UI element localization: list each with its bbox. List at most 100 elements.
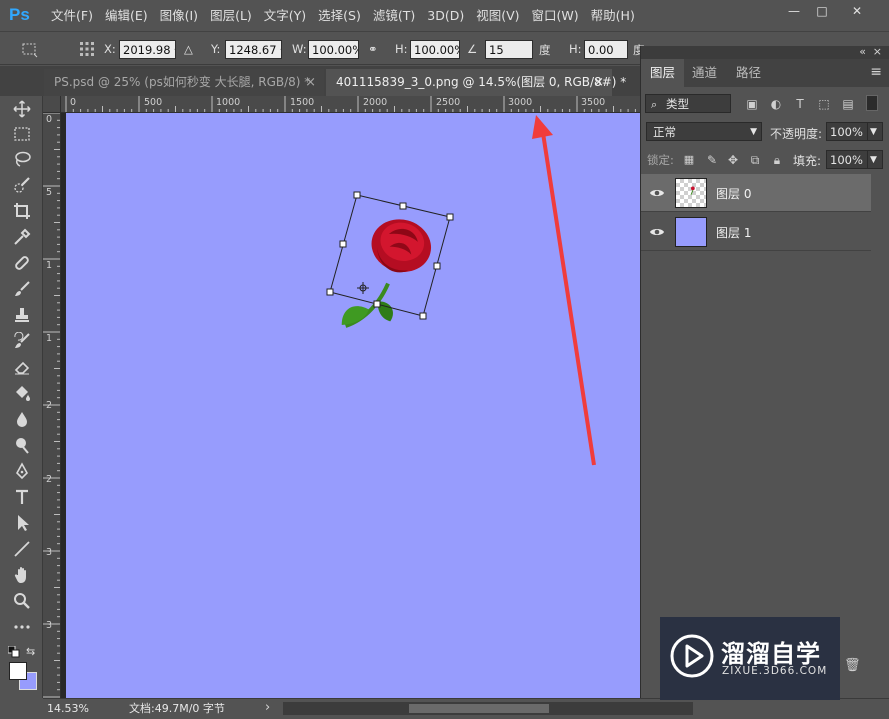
layer-name[interactable]: 图层 0 <box>716 185 751 202</box>
paint-bucket-tool-icon[interactable] <box>9 382 35 404</box>
tab-ps-psd[interactable]: PS.psd @ 25% (ps如何秒变 大长腿, RGB/8) * × <box>44 69 324 96</box>
foreground-color-swatch[interactable] <box>9 662 27 680</box>
shape-filter-icon[interactable]: ⬚ <box>816 96 832 112</box>
move-tool-icon[interactable] <box>9 98 35 120</box>
menu-select[interactable]: 选择(S) <box>313 0 366 32</box>
pixel-filter-icon[interactable]: ▣ <box>744 96 760 112</box>
transform-handle[interactable] <box>446 213 454 221</box>
lock-position-icon[interactable]: ✥ <box>725 152 741 168</box>
brush-tool-icon[interactable] <box>9 278 35 300</box>
ruler-origin[interactable] <box>43 96 61 113</box>
transform-handle[interactable] <box>326 288 334 296</box>
crop-tool-icon[interactable] <box>9 200 35 222</box>
horizontal-skew-field[interactable]: 0.00 <box>584 40 628 59</box>
layer-row-1[interactable]: 图层 1 <box>641 213 871 251</box>
blend-mode-select[interactable]: 正常 ▼ <box>646 122 762 141</box>
transform-handle[interactable] <box>433 262 441 270</box>
lock-all-icon[interactable]: 🔒︎ <box>769 152 785 168</box>
transform-handle[interactable] <box>373 300 381 308</box>
menu-layer[interactable]: 图层(L) <box>205 0 257 32</box>
fill-field[interactable]: 100% <box>826 150 868 169</box>
menu-filter[interactable]: 滤镜(T) <box>368 0 420 32</box>
zoom-tool-icon[interactable] <box>9 590 35 612</box>
transform-handle[interactable] <box>419 312 427 320</box>
layer-name[interactable]: 图层 1 <box>716 224 751 241</box>
visibility-eye-icon[interactable] <box>649 224 665 240</box>
opacity-field[interactable]: 100% <box>826 122 868 141</box>
pen-tool-icon[interactable] <box>9 460 35 482</box>
horizontal-scrollbar[interactable] <box>283 702 693 715</box>
menu-file[interactable]: 文件(F) <box>46 0 98 32</box>
tab-rose-png[interactable]: 401115839_3_0.png @ 14.5%(图层 0, RGB/8#) … <box>326 69 626 96</box>
menu-image[interactable]: 图像(I) <box>155 0 203 32</box>
horizontal-ruler[interactable]: 0 500 1000 1500 2000 2500 3000 3500 <box>61 96 640 113</box>
history-brush-tool-icon[interactable] <box>9 330 35 352</box>
close-tab-icon[interactable]: × <box>305 69 316 96</box>
transform-handle[interactable] <box>353 191 361 199</box>
smart-object-filter-icon[interactable]: ▤ <box>840 96 856 112</box>
opacity-dropdown-icon[interactable]: ▼ <box>867 122 883 141</box>
minimize-button[interactable]: — <box>780 2 808 20</box>
path-selection-tool-icon[interactable] <box>9 512 35 534</box>
tab-layers[interactable]: 图层 <box>641 59 685 87</box>
menu-help[interactable]: 帮助(H) <box>586 0 640 32</box>
lock-pixels-icon[interactable]: ✎ <box>704 152 720 168</box>
width-field[interactable]: 100.00% <box>308 40 359 59</box>
reference-point-icon[interactable] <box>74 38 100 60</box>
close-tab-icon[interactable]: × <box>593 69 604 96</box>
type-filter-icon[interactable]: T <box>792 96 808 112</box>
menu-window[interactable]: 窗口(W) <box>527 0 584 32</box>
layer-row-0[interactable]: 图层 0 <box>641 174 871 212</box>
eraser-tool-icon[interactable] <box>9 356 35 378</box>
transform-preset-icon[interactable] <box>16 38 42 60</box>
line-tool-icon[interactable] <box>9 538 35 560</box>
y-position-field[interactable]: 1248.67 像 <box>225 40 282 59</box>
transform-handle[interactable] <box>339 240 347 248</box>
fill-dropdown-icon[interactable]: ▼ <box>867 150 883 169</box>
document-canvas-area[interactable] <box>61 113 640 698</box>
zoom-level-field[interactable]: 14.53% <box>47 701 107 717</box>
menu-view[interactable]: 视图(V) <box>471 0 524 32</box>
delete-layer-icon[interactable]: 🗑︎ <box>844 658 861 674</box>
type-tool-icon[interactable] <box>9 486 35 508</box>
scrollbar-thumb[interactable] <box>409 704 549 713</box>
hand-tool-icon[interactable] <box>9 564 35 586</box>
menu-edit[interactable]: 编辑(E) <box>100 0 153 32</box>
lasso-tool-icon[interactable] <box>9 148 35 170</box>
menu-3d[interactable]: 3D(D) <box>422 0 469 32</box>
default-colors-icon[interactable] <box>7 645 20 658</box>
dodge-tool-icon[interactable] <box>9 434 35 456</box>
rose-image[interactable] <box>341 211 437 343</box>
relative-position-icon[interactable]: △ <box>184 42 193 56</box>
transform-handle[interactable] <box>399 202 407 210</box>
lock-transparent-icon[interactable]: ▦ <box>681 152 697 168</box>
swap-colors-icon[interactable]: ⇆ <box>26 646 38 658</box>
menu-type[interactable]: 文字(Y) <box>259 0 311 32</box>
tab-paths[interactable]: 路径 <box>727 59 770 87</box>
visibility-eye-icon[interactable] <box>649 185 665 201</box>
tab-channels[interactable]: 通道 <box>683 59 726 87</box>
close-panel-icon[interactable]: × <box>873 45 882 58</box>
panel-menu-icon[interactable]: ≡ <box>870 64 882 80</box>
quick-select-tool-icon[interactable] <box>9 174 35 196</box>
filter-kind-select[interactable]: ⌕ 类型 <box>645 94 731 113</box>
status-menu-arrow-icon[interactable]: › <box>265 700 270 715</box>
healing-brush-tool-icon[interactable] <box>9 252 35 274</box>
vertical-ruler[interactable]: 0 5 1 1 2 2 3 3 <box>43 113 61 698</box>
maximize-button[interactable]: □ <box>808 2 836 20</box>
more-tools-icon[interactable] <box>9 616 35 638</box>
height-field[interactable]: 100.00% <box>410 40 460 59</box>
lock-artboard-icon[interactable]: ⧉ <box>747 152 763 168</box>
x-position-field[interactable]: 2019.98 像 <box>119 40 176 59</box>
clone-stamp-tool-icon[interactable] <box>9 304 35 326</box>
filter-toggle-switch[interactable] <box>866 95 878 111</box>
eyedropper-tool-icon[interactable] <box>9 226 35 248</box>
adjustment-filter-icon[interactable]: ◐ <box>768 96 784 112</box>
blur-tool-icon[interactable] <box>9 408 35 430</box>
reference-point-crosshair-icon[interactable] <box>357 282 369 294</box>
link-icon[interactable]: ⚭ <box>368 42 378 56</box>
collapse-panel-icon[interactable]: « <box>859 45 866 58</box>
document-canvas[interactable] <box>66 113 640 698</box>
close-window-button[interactable]: ✕ <box>843 2 871 20</box>
marquee-tool-icon[interactable] <box>9 123 35 145</box>
